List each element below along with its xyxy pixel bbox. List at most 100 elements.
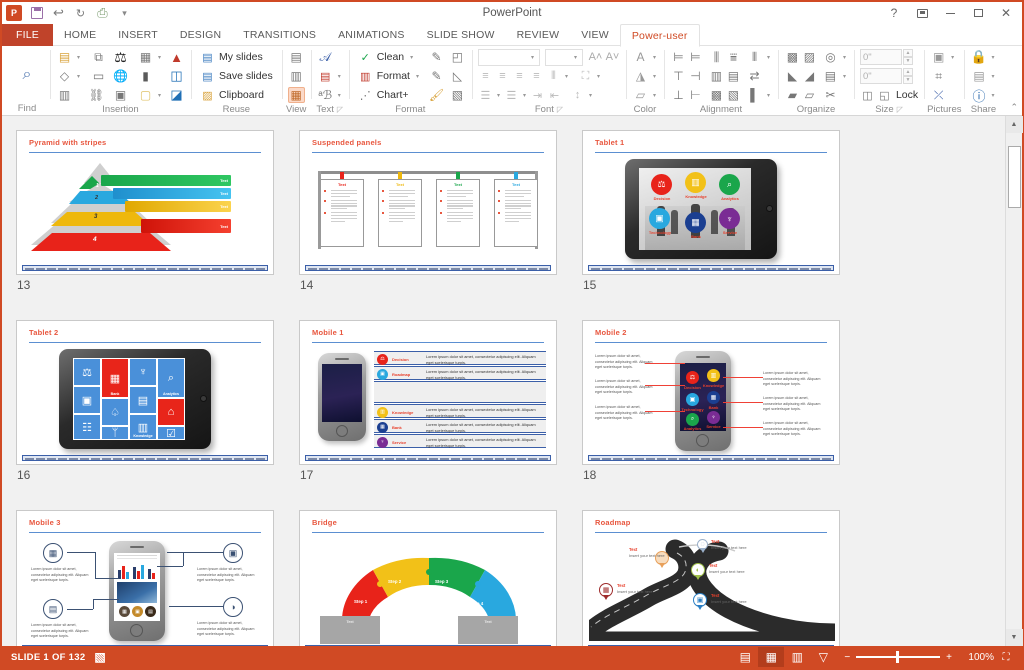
clean-button[interactable]: ✓ Clean ▾ bbox=[355, 48, 424, 66]
normal-view-button[interactable]: ▤ bbox=[732, 647, 758, 667]
save-slides-button[interactable]: ▤ Save slides bbox=[197, 67, 276, 85]
shape-width-stepper[interactable]: ▲▼ bbox=[903, 68, 913, 84]
insert-slide-caret-icon[interactable]: ▾ bbox=[75, 54, 82, 61]
numbering-icon[interactable]: ☰ bbox=[504, 88, 519, 103]
slide-slot[interactable]: Mobile 1 ⚖ Decision Lorem ipsum dolor si… bbox=[299, 320, 582, 482]
line-spacing-caret-icon[interactable]: ▾ bbox=[563, 73, 570, 80]
bring-forward-icon[interactable]: ▰ bbox=[784, 87, 801, 103]
undo-icon[interactable]: ↩ bbox=[51, 6, 66, 21]
send-backward-icon[interactable]: ▱ bbox=[801, 87, 818, 103]
zoom-slider-handle[interactable] bbox=[896, 651, 899, 663]
fill-color-caret-icon[interactable]: ▾ bbox=[651, 73, 658, 80]
scrollbar-thumb[interactable] bbox=[1008, 146, 1021, 208]
font-color-icon[interactable]: A bbox=[632, 49, 649, 65]
slide-slot[interactable]: Tablet 2 ⚖ ▦ Bank ♆ ⌕ Analytics ▣ ▤ bbox=[16, 320, 299, 482]
decrease-font-size-icon[interactable]: A˅ bbox=[605, 50, 620, 65]
balance-scale-icon[interactable]: ⚖ bbox=[112, 49, 129, 65]
align-objects-left-icon[interactable]: ⊨ bbox=[670, 49, 687, 65]
font-size-select[interactable]: ▾ bbox=[545, 49, 583, 66]
tab-file[interactable]: FILE bbox=[2, 24, 53, 46]
bullets-icon[interactable]: ☰ bbox=[478, 88, 493, 103]
image-icon[interactable]: ▣ bbox=[112, 87, 129, 103]
zoom-slider[interactable] bbox=[856, 656, 940, 658]
shapes-icon[interactable]: ◇ bbox=[56, 68, 73, 84]
help-icon[interactable]: ? bbox=[880, 3, 908, 23]
trend-icon[interactable]: ◺ bbox=[449, 68, 466, 84]
slide-thumbnail-18[interactable]: Mobile 2 ⚖ Decision ▥ Knowledge ▣ Techno… bbox=[582, 320, 840, 465]
align-edge-caret-icon[interactable]: ▾ bbox=[765, 92, 772, 99]
table-icon[interactable]: ▦ bbox=[137, 49, 154, 65]
slide-sorter-view-button[interactable]: ▦ bbox=[758, 647, 784, 667]
slideshow-view-button[interactable]: ▽ bbox=[810, 647, 836, 667]
align-edge-icon[interactable]: ▌ bbox=[746, 87, 763, 103]
align-center-icon[interactable]: ≡ bbox=[495, 69, 510, 84]
slide-thumbnail-14[interactable]: Suspended panels Text Text bbox=[299, 130, 557, 275]
format-painter-icon[interactable]: 🖌 bbox=[428, 87, 445, 103]
font-dialog-launcher-icon[interactable]: ◸ bbox=[557, 105, 563, 114]
font-name-select[interactable]: ▾ bbox=[478, 49, 540, 66]
shape-width-input[interactable]: 0" bbox=[860, 68, 902, 84]
slide-sorter[interactable]: Pyramid with stripes 1 2 3 bbox=[2, 116, 1005, 646]
shapes-caret-icon[interactable]: ▾ bbox=[75, 73, 82, 80]
delete-shape-icon[interactable]: ✂ bbox=[822, 87, 839, 103]
reading-view-button[interactable]: ▥ bbox=[784, 647, 810, 667]
info-icon[interactable]: ⓘ bbox=[970, 87, 987, 103]
slide-slot[interactable]: Bridge Step 1 St bbox=[299, 510, 582, 646]
chart-shapes-icon[interactable]: ◫ bbox=[168, 68, 185, 84]
export-icon[interactable]: ▤ bbox=[970, 68, 987, 84]
line-color-icon[interactable]: ▱ bbox=[632, 87, 649, 103]
flip-vertical-icon[interactable]: ◢ bbox=[801, 68, 818, 84]
my-slides-button[interactable]: ▤ My slides bbox=[197, 48, 276, 66]
note-caret-icon[interactable]: ▾ bbox=[156, 92, 163, 99]
zoom-control[interactable]: − + bbox=[836, 652, 960, 663]
view-grid-icon[interactable]: ▥ bbox=[288, 68, 305, 84]
slide-thumbnail-20[interactable]: Bridge Step 1 St bbox=[299, 510, 557, 646]
zoom-in-button[interactable]: + bbox=[946, 652, 952, 663]
text-effect-icon[interactable]: 𝒜 bbox=[317, 49, 334, 65]
fit-height-icon[interactable]: ◱ bbox=[877, 88, 892, 103]
lock-icon[interactable]: 🔒 bbox=[970, 49, 987, 65]
tab-review[interactable]: REVIEW bbox=[506, 24, 571, 46]
align-objects-right-icon[interactable]: ⊨ bbox=[687, 49, 704, 65]
spacing-horizontal-caret-icon[interactable]: ▾ bbox=[765, 54, 772, 61]
minimize-icon[interactable] bbox=[936, 3, 964, 23]
bar-chart-icon[interactable]: ▮ bbox=[137, 68, 154, 84]
match-height-icon[interactable]: ▤ bbox=[725, 68, 742, 84]
format-caret-icon[interactable]: ▾ bbox=[414, 73, 421, 80]
increase-font-size-icon[interactable]: A˄ bbox=[588, 50, 603, 65]
align-left-icon[interactable]: ≡ bbox=[478, 69, 493, 84]
eyedropper-alt-icon[interactable]: ✎ bbox=[428, 68, 445, 84]
vertical-scrollbar[interactable]: ▲ ▼ bbox=[1005, 116, 1022, 646]
autofit-caret-icon[interactable]: ▾ bbox=[595, 73, 602, 80]
link-icon[interactable]: ⛓ bbox=[88, 87, 105, 103]
duplicate-icon[interactable]: ⧉ bbox=[90, 49, 107, 65]
distribute-vertical-icon[interactable]: ⩸ bbox=[725, 49, 742, 65]
group-objects-icon[interactable]: ▩ bbox=[784, 49, 801, 65]
vertical-spacing-icon[interactable]: ↕ bbox=[570, 88, 585, 103]
layout-grid-icon[interactable]: ◰ bbox=[449, 49, 466, 65]
align-objects-center-icon[interactable]: ⊢ bbox=[687, 87, 704, 103]
stack-icon[interactable]: ▧ bbox=[449, 87, 466, 103]
justify-icon[interactable]: ≡ bbox=[529, 69, 544, 84]
sticky-note-icon[interactable]: ▢ bbox=[137, 87, 154, 103]
tab-animations[interactable]: ANIMATIONS bbox=[327, 24, 416, 46]
slide-thumbnail-15[interactable]: Tablet 1 ⚖ Decision ▥ bbox=[582, 130, 840, 275]
shape-height-stepper[interactable]: ▲▼ bbox=[903, 49, 913, 65]
flag-caret-icon[interactable]: ▾ bbox=[336, 73, 343, 80]
translate-caret-icon[interactable]: ▾ bbox=[336, 92, 343, 99]
slide-thumbnail-21[interactable]: Roadmap ▦ Text Insert your text here Tex… bbox=[582, 510, 840, 646]
line-spacing-icon[interactable]: ⫴ bbox=[546, 69, 561, 84]
fill-color-icon[interactable]: ◮ bbox=[632, 68, 649, 84]
bullets-caret-icon[interactable]: ▾ bbox=[495, 92, 502, 99]
rotate-icon[interactable]: ◎ bbox=[822, 49, 839, 65]
close-icon[interactable]: ✕ bbox=[992, 3, 1020, 23]
slide-slot[interactable]: Roadmap ▦ Text Insert your text here Tex… bbox=[582, 510, 865, 646]
ungroup-objects-icon[interactable]: ▨ bbox=[801, 49, 818, 65]
diagram-icon[interactable]: ◪ bbox=[168, 87, 185, 103]
align-objects-top-icon[interactable]: ⊤ bbox=[670, 68, 687, 84]
lock-caret-icon[interactable]: ▾ bbox=[989, 54, 996, 61]
customize-qat-icon[interactable]: ▾ bbox=[117, 6, 132, 21]
text-box-icon[interactable]: ▥ bbox=[56, 87, 73, 103]
slide-thumbnail-13[interactable]: Pyramid with stripes 1 2 3 bbox=[16, 130, 274, 275]
zoom-out-button[interactable]: − bbox=[844, 652, 850, 663]
